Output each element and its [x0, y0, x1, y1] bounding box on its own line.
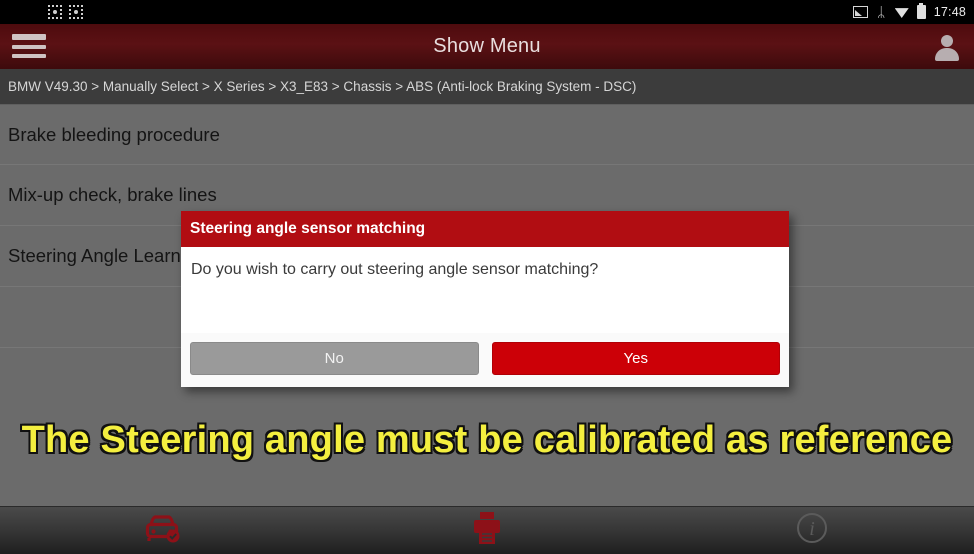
screenshot-frame-icon	[48, 5, 62, 19]
hamburger-menu-icon[interactable]	[12, 33, 48, 61]
print-icon	[470, 510, 504, 551]
svg-text:i: i	[809, 518, 815, 540]
wifi-icon	[894, 8, 909, 18]
app-header: Show Menu	[0, 24, 974, 69]
bottom-toolbar: i	[0, 506, 974, 554]
confirm-dialog: Steering angle sensor matching Do you wi…	[181, 211, 789, 387]
screenshot-frame-icon-2	[69, 5, 83, 19]
status-bar-clock: 17:48	[933, 5, 966, 19]
menu-badge-dot	[12, 33, 46, 38]
dialog-actions: No Yes	[181, 333, 789, 387]
overlay-caption: The Steering angle must be calibrated as…	[21, 418, 953, 461]
battery-icon	[916, 3, 926, 19]
screencast-icon	[852, 6, 868, 18]
status-bar-left-icons	[6, 5, 83, 19]
notification-square-icon	[27, 5, 41, 19]
info-button[interactable]: i	[649, 507, 974, 554]
yes-button[interactable]: Yes	[491, 342, 780, 375]
status-bar: ᛦ 17:48	[0, 0, 974, 24]
list-item[interactable]: Brake bleeding procedure	[0, 104, 974, 165]
app-root: ᛦ 17:48 Show Menu BMW V49.30 > Manually …	[0, 0, 974, 554]
breadcrumb: BMW V49.30 > Manually Select > X Series …	[0, 69, 974, 104]
bluetooth-icon: ᛦ	[877, 3, 886, 20]
vehicle-status-button[interactable]	[0, 507, 325, 554]
info-icon: i	[794, 510, 830, 551]
user-avatar-icon[interactable]	[934, 33, 960, 61]
vehicle-status-icon	[142, 511, 182, 550]
status-bar-right-icons: ᛦ 17:48	[852, 3, 966, 20]
notification-flag-icon	[6, 5, 20, 19]
print-button[interactable]	[325, 507, 650, 554]
no-button[interactable]: No	[190, 342, 479, 375]
dialog-title: Steering angle sensor matching	[181, 211, 789, 247]
page-title: Show Menu	[433, 35, 541, 57]
dialog-message: Do you wish to carry out steering angle …	[181, 247, 789, 333]
